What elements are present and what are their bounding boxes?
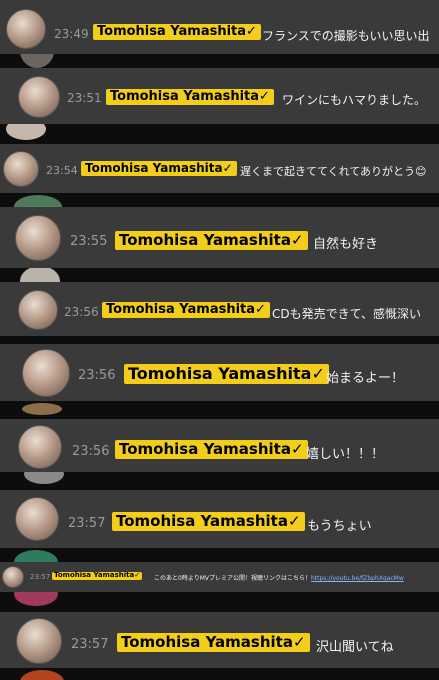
- separator-strip: [0, 193, 439, 207]
- message-text: このあと0時よりMVプレミア公開！視聴リンクはこちら！https://youtu…: [154, 573, 404, 582]
- avatar: [18, 76, 60, 118]
- message-time: 23:55: [70, 234, 108, 249]
- avatar: [18, 425, 62, 469]
- message-text: ワインにもハマりました。: [282, 93, 427, 107]
- message-time: 23:57: [71, 637, 109, 652]
- separator-strip: [0, 54, 439, 68]
- avatar: [2, 566, 24, 588]
- message-text: 沢山聞いてね: [316, 640, 394, 655]
- author-badge: Tomohisa Yamashita✓: [81, 161, 237, 177]
- avatar: [3, 151, 39, 187]
- avatar: [15, 215, 61, 261]
- message-time: 23:56: [64, 305, 99, 319]
- avatar: [22, 349, 70, 397]
- message-text: 嬉しい！！！: [306, 447, 385, 462]
- avatar: [14, 592, 58, 606]
- message-time: 23:54: [46, 164, 78, 177]
- message-time: 23:51: [67, 91, 102, 105]
- author-badge: Tomohisa Yamashita✓: [115, 231, 308, 250]
- separator-strip: [0, 548, 439, 562]
- author-badge: Tomohisa Yamashita✓: [115, 440, 308, 459]
- author-badge: Tomohisa Yamashita✓: [106, 89, 274, 106]
- separator-strip: [0, 472, 439, 490]
- avatar: [16, 618, 62, 664]
- message-time: 23:56: [78, 368, 116, 383]
- avatar: [6, 124, 46, 140]
- separator-strip: [0, 592, 439, 612]
- author-badge: Tomohisa Yamashita✓: [102, 302, 270, 319]
- avatar: [20, 670, 64, 680]
- message-time: 23:57: [30, 573, 51, 581]
- author-badge: Tomohisa Yamashita✓: [52, 571, 143, 580]
- message-text: もうちょい: [307, 519, 372, 534]
- chat-message: 23:57 Tomohisa Yamashita✓ このあと0時よりMVプレミア…: [0, 562, 439, 592]
- message-time: 23:56: [72, 444, 110, 459]
- avatar: [20, 268, 60, 282]
- avatar: [14, 550, 58, 562]
- avatar: [14, 195, 62, 207]
- avatar: [22, 403, 62, 415]
- chat-message: 23:49 Tomohisa Yamashita✓ フランスでの撮影もいい思い出: [0, 0, 439, 54]
- chat-message: 23:56 Tomohisa Yamashita✓ 嬉しい！！！: [0, 419, 439, 472]
- chat-message: 23:57 Tomohisa Yamashita✓ もうちょい: [0, 490, 439, 548]
- separator-strip: [0, 124, 439, 144]
- video-link[interactable]: https://youtu.be/fZbphXqacMw: [311, 575, 404, 582]
- message-text: 始まるよー！: [326, 371, 405, 386]
- chat-message: 23:56 Tomohisa Yamashita✓ CDも発売できて、感慨深い: [0, 282, 439, 336]
- separator-strip: [0, 336, 439, 344]
- chat-message: 23:51 Tomohisa Yamashita✓ ワインにもハマりました。: [0, 68, 439, 124]
- message-text-body: このあと0時よりMVプレミア公開！視聴リンクはこちら！: [154, 575, 311, 582]
- separator-strip: [0, 668, 439, 680]
- message-time: 23:49: [54, 27, 89, 41]
- avatar: [18, 290, 58, 330]
- avatar: [20, 54, 54, 68]
- message-text: フランスでの撮影もいい思い出: [262, 29, 430, 43]
- author-badge: Tomohisa Yamashita✓: [93, 24, 261, 41]
- separator-strip: [0, 268, 439, 282]
- avatar: [6, 9, 46, 49]
- separator-strip: [0, 401, 439, 419]
- author-badge: Tomohisa Yamashita✓: [124, 364, 329, 384]
- author-badge: Tomohisa Yamashita✓: [117, 633, 310, 652]
- author-badge: Tomohisa Yamashita✓: [112, 512, 305, 531]
- message-text: 自然も好き: [313, 237, 379, 252]
- avatar: [15, 497, 59, 541]
- message-text: CDも発売できて、感慨深い: [272, 307, 422, 321]
- chat-message: 23:55 Tomohisa Yamashita✓ 自然も好き: [0, 207, 439, 268]
- message-time: 23:57: [68, 516, 106, 531]
- avatar: [24, 472, 64, 484]
- chat-message: 23:57 Tomohisa Yamashita✓ 沢山聞いてね: [0, 612, 439, 668]
- message-text: 遅くまで起きててくれてありがとう😊: [240, 165, 427, 178]
- chat-message: 23:56 Tomohisa Yamashita✓ 始まるよー！: [0, 344, 439, 401]
- chat-message: 23:54 Tomohisa Yamashita✓ 遅くまで起きててくれてありが…: [0, 144, 439, 193]
